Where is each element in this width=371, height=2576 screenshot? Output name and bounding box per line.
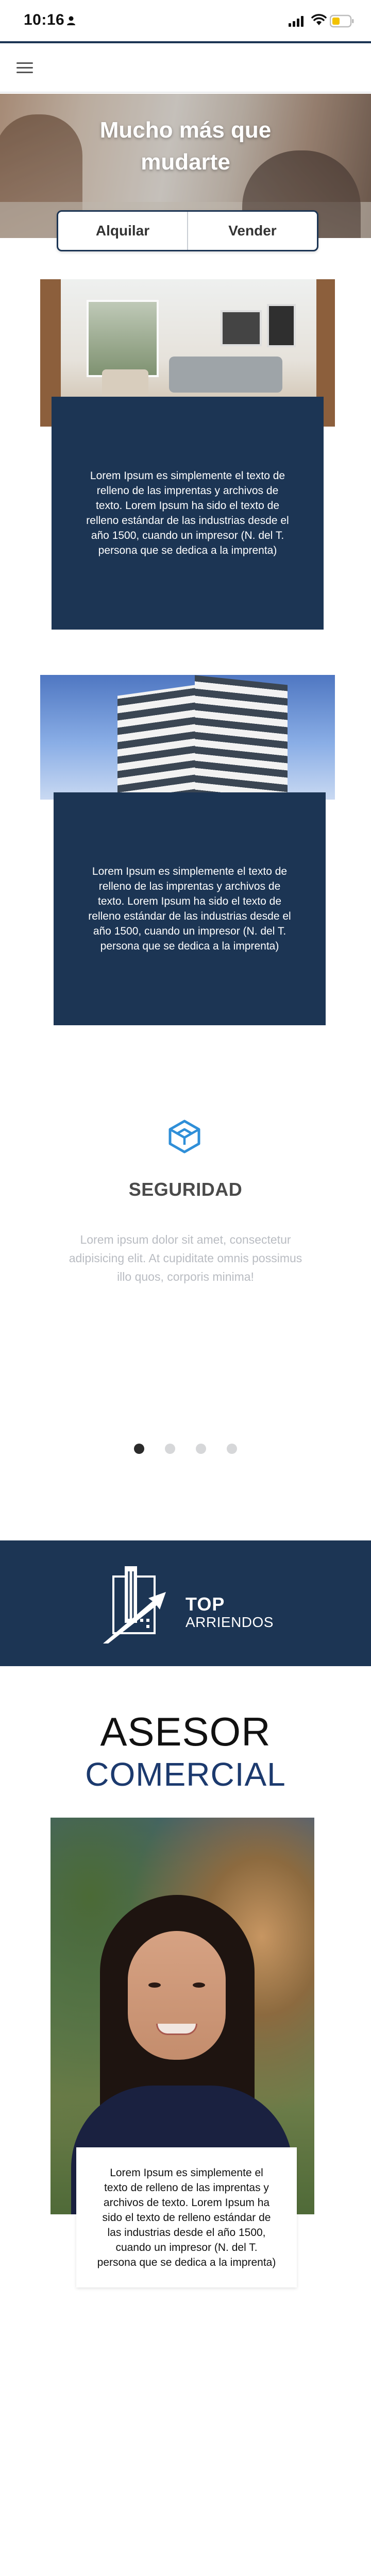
carousel-dot-2[interactable] [165, 1444, 175, 1454]
info-card-text: Lorem Ipsum es simplemente el texto de r… [86, 470, 289, 556]
wifi-icon [311, 14, 327, 25]
carousel-dots [134, 1443, 237, 1455]
feature-title: SEGURIDAD [128, 1179, 243, 1200]
advisor-card-text: Lorem Ipsum es simplemente el texto de r… [97, 2166, 276, 2268]
brand-subname: ARRIENDOS [185, 1614, 274, 1630]
carousel-dot-3[interactable] [196, 1444, 206, 1454]
menu-line [16, 66, 33, 69]
menu-line [16, 71, 33, 73]
photo-frame [267, 304, 296, 347]
photo-frame [221, 310, 262, 346]
brand-name: TOP [185, 1594, 225, 1615]
advisor-face-shape [128, 1931, 226, 2060]
tab-vender[interactable]: Vender [187, 212, 317, 250]
advisor-smile-shape [156, 2024, 197, 2035]
status-bar: 10:16 [0, 0, 371, 41]
photo-building-tower [117, 685, 195, 800]
carousel-dot-4[interactable] [227, 1444, 237, 1454]
advisor-eye-shape [193, 1982, 205, 1988]
building-arrow-logo-icon [103, 1566, 166, 1643]
battery-icon [330, 14, 354, 28]
feature-text: Lorem ipsum dolor sit amet, consectetur … [69, 1233, 302, 1283]
advisor-card: Lorem Ipsum es simplemente el texto de r… [76, 2147, 297, 2287]
info-card-text: Lorem Ipsum es simplemente el texto de r… [88, 866, 291, 952]
cube-icon [168, 1120, 200, 1154]
advisor-title: ASESOR [100, 1709, 271, 1754]
menu-line [16, 62, 33, 64]
carousel-dot-1[interactable] [134, 1444, 144, 1454]
brand-banner: TOP ARRIENDOS [0, 1540, 371, 1666]
tab-alquilar[interactable]: Alquilar [58, 212, 187, 250]
operation-tabs: Alquilar Vender [57, 210, 318, 251]
photo-chair [102, 369, 148, 400]
status-time: 10:16 [24, 11, 65, 28]
top-navbar [0, 41, 371, 93]
building-photo [40, 675, 335, 800]
navbar-accent-line [0, 41, 371, 43]
info-card: Lorem Ipsum es simplemente el texto de r… [54, 792, 326, 1025]
photo-building-tower [195, 675, 288, 800]
info-card: Lorem Ipsum es simplemente el texto de r… [52, 397, 324, 630]
advisor-eye-shape [148, 1982, 161, 1988]
hero-title: Mucho más que mudarte [99, 117, 272, 175]
advisor-subtitle: COMERCIAL [85, 1756, 286, 1793]
menu-button[interactable] [14, 59, 35, 76]
photo-window [87, 300, 159, 377]
signal-icon [289, 16, 303, 27]
photo-sofa [169, 357, 282, 393]
person-icon [67, 16, 75, 25]
